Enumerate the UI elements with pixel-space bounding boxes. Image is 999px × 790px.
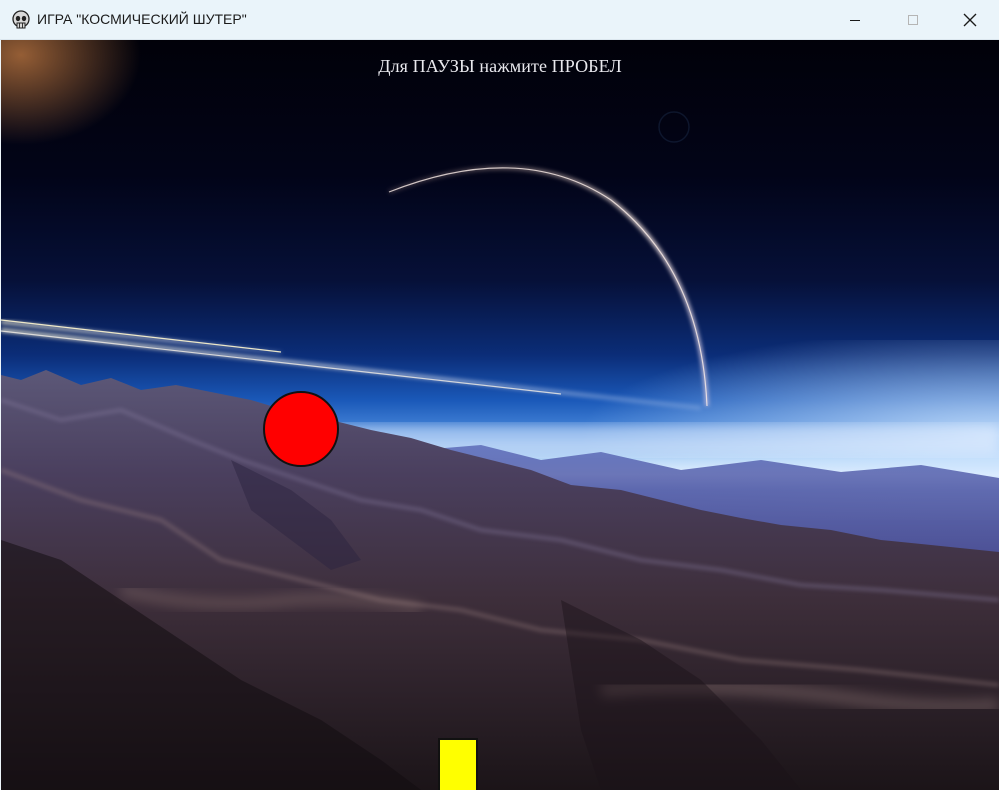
close-icon <box>963 13 977 27</box>
minimize-button[interactable] <box>826 0 884 40</box>
close-button[interactable] <box>941 0 999 40</box>
maximize-icon <box>908 15 918 25</box>
minimize-icon <box>850 20 860 21</box>
window-title: ИГРА "КОСМИЧЕСКИЙ ШУТЕР" <box>37 11 247 27</box>
title-bar[interactable]: ИГРА "КОСМИЧЕСКИЙ ШУТЕР" <box>0 0 999 40</box>
enemy-ball <box>263 391 339 467</box>
player-ship <box>438 738 478 790</box>
game-window: ИГРА "КОСМИЧЕСКИЙ ШУТЕР" Для ПАУЗЫ нажми… <box>0 0 999 790</box>
game-canvas[interactable]: Для ПАУЗЫ нажмите ПРОБЕЛ <box>1 40 999 790</box>
pause-hint: Для ПАУЗЫ нажмите ПРОБЕЛ <box>378 56 622 76</box>
skull-icon <box>12 10 30 29</box>
space-background <box>1 40 999 790</box>
maximize-button[interactable] <box>884 0 942 40</box>
